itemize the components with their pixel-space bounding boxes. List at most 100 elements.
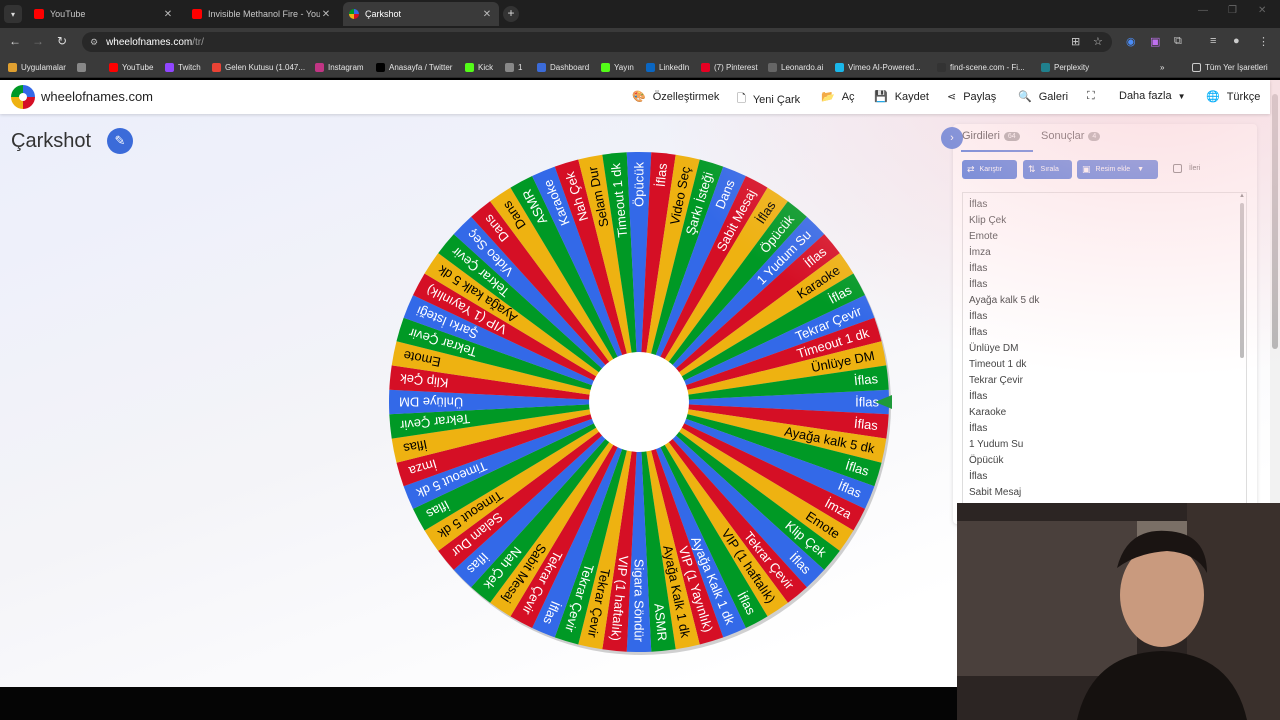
collapse-panel-button[interactable]: › xyxy=(941,127,963,149)
bookmark-item[interactable]: LinkedIn xyxy=(646,60,689,74)
entry-line: 1 Yudum Su xyxy=(969,439,1024,450)
bookmark-item[interactable]: 1 xyxy=(505,60,522,74)
menu-open[interactable]: 📂 Aç xyxy=(821,90,855,104)
bookmark-item[interactable]: Instagram xyxy=(315,60,364,74)
maximize-icon[interactable]: ❐ xyxy=(1228,5,1237,16)
entries-list: İflas Klip Çek Emote İmza İflas İflas Ayağa ka… xyxy=(963,193,1246,501)
wheel[interactable]: İflasİflasAyağa kalk 5 dkİflasİflasİmzaE… xyxy=(386,149,892,655)
entry-line: Karaoke xyxy=(969,407,1007,418)
translate-icon[interactable]: ⊞ xyxy=(1071,35,1080,48)
entry-line: İflas xyxy=(969,263,988,274)
scroll-up-icon[interactable]: ▲ xyxy=(1239,193,1245,199)
shuffle-button[interactable]: ⇄ Karıştır xyxy=(962,160,1017,179)
bookmark-item[interactable] xyxy=(77,60,90,74)
bookmark-item[interactable]: Vimeo AI-Powered... xyxy=(835,60,921,74)
bookmark-item[interactable]: Perplexity xyxy=(1041,60,1089,74)
minimize-icon[interactable]: — xyxy=(1198,5,1208,16)
menu-fullscreen[interactable]: ⛶ xyxy=(1087,90,1102,103)
menu-more[interactable]: Daha fazla ▼ xyxy=(1119,90,1186,102)
menu-label: Özelleştirmek xyxy=(652,90,720,103)
bookmark-item[interactable]: Leonardo.ai xyxy=(768,60,823,74)
menu-new-wheel[interactable]: 🗋 Yeni Çark xyxy=(737,90,800,109)
bookmarks-bar: Uygulamalar YouTube Twitch Gelen Kutusu (1.… xyxy=(0,56,1280,78)
new-tab-button[interactable]: + xyxy=(503,6,519,22)
site-logo[interactable] xyxy=(11,85,35,109)
bookmark-label: Instagram xyxy=(328,62,364,72)
reading-list-icon[interactable]: ≡ xyxy=(1210,35,1216,47)
browser-tab-carkshot[interactable]: Çarkshot ✕ xyxy=(343,2,499,26)
bookmarks-overflow-button[interactable]: » xyxy=(1160,60,1164,74)
grid-icon xyxy=(77,62,86,72)
advanced-toggle[interactable]: İleri xyxy=(1173,164,1200,173)
extension-audio-icon[interactable]: ◉ xyxy=(1126,35,1136,48)
close-tab-icon[interactable]: ✕ xyxy=(320,9,332,20)
wheel-segment-label: İflas xyxy=(853,416,879,433)
share-icon: ⋖ xyxy=(947,91,957,103)
entries-scrollbar[interactable] xyxy=(1240,203,1244,358)
browser-tab-strip: ▾ YouTube ✕ Invisible Methanol Fire - Yo… xyxy=(0,0,1280,28)
bookmark-label: Anasayfa / Twitter xyxy=(389,62,453,72)
menu-gallery[interactable]: 🔍 Galeri xyxy=(1018,90,1068,104)
dashboard-icon xyxy=(537,62,546,72)
menu-language[interactable]: 🌐 Türkçe xyxy=(1206,90,1260,104)
tab-label: Sonuçlar xyxy=(1041,130,1085,142)
tab-results[interactable]: Sonuçlar 4 xyxy=(1041,130,1101,142)
button-label: Sırala xyxy=(1040,166,1059,173)
menu-share[interactable]: ⋖ Paylaş xyxy=(947,90,996,104)
entries-panel: › Girdileri 64 Sonuçlar 4 ⇄ Karıştır ⇅ Sıral… xyxy=(941,124,1257,524)
folder-open-icon: 📂 xyxy=(821,91,835,103)
close-tab-icon[interactable]: ✕ xyxy=(162,9,174,20)
twitch-icon xyxy=(165,62,174,72)
bookmark-star-icon[interactable]: ☆ xyxy=(1093,35,1103,48)
entry-line: İflas xyxy=(969,423,988,434)
shuffle-icon: ⇄ xyxy=(967,164,975,174)
back-icon[interactable]: ← xyxy=(7,34,23,48)
bookmark-item[interactable]: Dashboard xyxy=(537,60,589,74)
webcam-overlay xyxy=(957,503,1280,720)
site-name[interactable]: wheelofnames.com xyxy=(41,89,153,104)
browser-tab-video[interactable]: Invisible Methanol Fire - YouTube ✕ xyxy=(186,4,338,24)
bookmark-item[interactable]: YouTube xyxy=(109,60,153,74)
tab-search-icon[interactable]: ▾ xyxy=(4,5,22,23)
browser-menu-icon[interactable]: ⋮ xyxy=(1258,35,1269,48)
bookmark-label: YouTube xyxy=(122,62,154,72)
bookmark-item[interactable]: find-scene.com - Fi... xyxy=(937,60,1025,74)
menu-save[interactable]: 💾 Kaydet xyxy=(874,90,929,104)
add-image-button[interactable]: ▣ Resim ekle ▼ xyxy=(1077,160,1158,179)
close-tab-icon[interactable]: ✕ xyxy=(481,9,493,20)
kick-icon xyxy=(465,62,474,72)
extensions-puzzle-icon[interactable]: ⧉ xyxy=(1174,35,1182,48)
menu-customize[interactable]: 🎨 Özelleştirmek xyxy=(632,90,720,104)
browser-tab-youtube[interactable]: YouTube ✕ xyxy=(28,4,180,24)
menu-label: Kaydet xyxy=(894,90,929,103)
page-scrollbar-thumb[interactable] xyxy=(1272,94,1278,349)
bookmark-item[interactable]: (7) Pinterest xyxy=(701,60,758,74)
bookmark-item[interactable]: Twitch xyxy=(165,60,201,74)
wheel-center[interactable] xyxy=(589,352,689,452)
entry-line: İflas xyxy=(969,471,988,482)
entries-textarea[interactable]: İflas Klip Çek Emote İmza İflas İflas Ayağa ka… xyxy=(962,192,1247,524)
close-window-icon[interactable]: ✕ xyxy=(1258,5,1266,16)
bookmark-item[interactable]: Uygulamalar xyxy=(8,60,66,74)
profile-avatar-icon[interactable]: ● xyxy=(1233,35,1240,47)
fullscreen-icon: ⛶ xyxy=(1087,90,1095,102)
entry-line: İflas xyxy=(969,311,988,322)
all-bookmarks-button[interactable]: Tüm Yer İşaretleri xyxy=(1192,60,1268,74)
bookmark-item[interactable]: Gelen Kutusu (1.047... xyxy=(212,60,305,74)
sort-icon: ⇅ xyxy=(1028,164,1036,174)
advanced-checkbox[interactable] xyxy=(1173,164,1182,173)
edit-title-button[interactable]: ✎ xyxy=(107,128,133,154)
wheel-segment-label: Ünlüye DM xyxy=(399,395,463,410)
bookmark-item[interactable]: Anasayfa / Twitter xyxy=(376,60,452,74)
extension-icon[interactable]: ▣ xyxy=(1150,35,1160,48)
bookmark-item[interactable]: Kick xyxy=(465,60,493,74)
address-bar[interactable]: ⚙ wheelofnames.com/tr/ xyxy=(82,32,1112,52)
site-info-icon[interactable]: ⚙ xyxy=(90,37,98,48)
reload-icon[interactable]: ↻ xyxy=(54,34,70,48)
bookmark-label: (7) Pinterest xyxy=(714,62,758,72)
forward-icon[interactable]: → xyxy=(30,34,46,48)
bookmark-item[interactable]: Yayın xyxy=(601,60,634,74)
sort-button[interactable]: ⇅ Sırala xyxy=(1023,160,1072,179)
tab-entries[interactable]: Girdileri 64 xyxy=(962,130,1020,142)
wheel-segment-label: İflas xyxy=(853,371,879,388)
